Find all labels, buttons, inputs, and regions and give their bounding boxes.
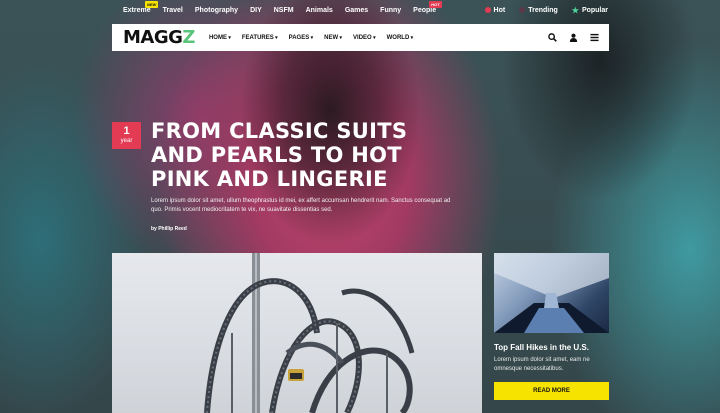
filter-hot[interactable]: Hot bbox=[484, 6, 506, 15]
menu-item-pages[interactable]: PAGES bbox=[289, 35, 313, 41]
top-utility-bar: Extreme NEW Travel Photography DIY NSFM A… bbox=[0, 0, 720, 20]
side-article-card: Top Fall Hikes in the U.S. Lorem ipsum d… bbox=[494, 253, 609, 413]
topbar-link-extreme[interactable]: Extreme NEW bbox=[123, 0, 159, 14]
hike-thumbnail-image[interactable] bbox=[494, 253, 609, 333]
menu-item-world[interactable]: WORLD bbox=[387, 35, 414, 41]
new-badge: NEW bbox=[145, 0, 159, 8]
menu-icon[interactable] bbox=[590, 33, 599, 42]
filter-trending-label: Trending bbox=[528, 6, 558, 14]
hot-dot-icon bbox=[484, 7, 491, 13]
card-title[interactable]: Top Fall Hikes in the U.S. bbox=[494, 343, 609, 352]
search-icon[interactable] bbox=[548, 33, 557, 42]
card-excerpt: Lorem ipsum dolor sit amet, eam ne omnes… bbox=[494, 357, 590, 372]
filter-popular-label: Popular bbox=[581, 6, 608, 14]
topbar-link-diy[interactable]: DIY bbox=[250, 7, 262, 14]
hero-byline[interactable]: by Phillip Reed bbox=[151, 226, 187, 232]
hero-headline[interactable]: FROM CLASSIC SUITS AND PEARLS TO HOT PIN… bbox=[151, 119, 421, 191]
badge-number: 1 bbox=[123, 125, 130, 137]
site-logo[interactable]: MAGGZ bbox=[123, 27, 195, 48]
filter-trending[interactable]: Trending bbox=[519, 6, 558, 15]
menu-item-features[interactable]: FEATURES bbox=[242, 35, 278, 41]
filter-popular[interactable]: ★ Popular bbox=[572, 6, 608, 15]
topbar-link-games[interactable]: Games bbox=[345, 7, 368, 14]
main-menu: HOME FEATURES PAGES NEW VIDEO WORLD bbox=[209, 35, 413, 41]
trending-dot-icon bbox=[519, 7, 526, 13]
star-icon: ★ bbox=[571, 5, 579, 15]
topbar-link-people[interactable]: People HOT bbox=[413, 0, 442, 14]
topbar-link-travel[interactable]: Travel bbox=[163, 7, 183, 14]
filter-hot-label: Hot bbox=[493, 6, 506, 14]
category-links: Extreme NEW Travel Photography DIY NSFM A… bbox=[123, 0, 442, 14]
topbar-link-animals[interactable]: Animals bbox=[306, 7, 333, 14]
roller-coaster-image[interactable] bbox=[112, 253, 482, 413]
nav-tools bbox=[548, 33, 599, 42]
topbar-link-funny[interactable]: Funny bbox=[380, 7, 401, 14]
hero-excerpt: Lorem ipsum dolor sit amet, ullum theoph… bbox=[151, 198, 451, 213]
post-age-badge: 1 year bbox=[112, 122, 141, 149]
main-navbar: MAGGZ HOME FEATURES PAGES NEW VIDEO WORL… bbox=[112, 24, 609, 51]
menu-item-new[interactable]: NEW bbox=[324, 35, 342, 41]
topbar-filters: Hot Trending ★ Popular bbox=[484, 6, 608, 15]
read-more-button[interactable]: READ MORE bbox=[494, 382, 609, 400]
menu-item-home[interactable]: HOME bbox=[209, 35, 231, 41]
badge-unit: year bbox=[120, 138, 133, 144]
user-icon[interactable] bbox=[569, 33, 578, 42]
hot-badge: HOT bbox=[429, 0, 442, 8]
topbar-link-nsfm[interactable]: NSFM bbox=[274, 7, 294, 14]
menu-item-video[interactable]: VIDEO bbox=[353, 35, 376, 41]
topbar-link-photography[interactable]: Photography bbox=[195, 7, 238, 14]
